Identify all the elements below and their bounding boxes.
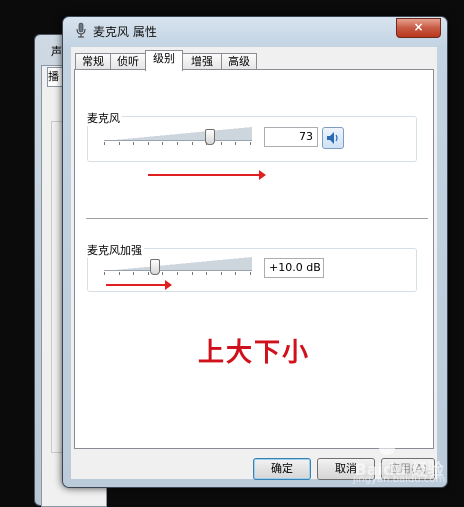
microphone-boost-field: +10.0 dB <box>264 258 324 278</box>
slider-tick <box>221 272 222 275</box>
dialog-title: 麦克风 属性 <box>93 25 157 39</box>
slider-tick <box>104 142 105 145</box>
slider-tick <box>119 142 120 145</box>
baidu-watermark: Baidu 经验 jingyan.baidu.com <box>336 426 462 486</box>
dialog-client: 常规 侦听 级别 增强 高级 麦克风 73 麦克风加强 +10.0 dB 上大下… <box>71 47 437 480</box>
close-button[interactable]: × <box>396 18 441 38</box>
tab-general[interactable]: 常规 <box>75 53 111 70</box>
microphone-level-field[interactable]: 73 <box>264 127 318 147</box>
ok-button[interactable]: 确定 <box>253 458 311 480</box>
annotation-text: 上大下小 <box>197 338 310 368</box>
red-arrow-annotation-boost <box>106 280 172 290</box>
levels-page: 麦克风 73 麦克风加强 +10.0 dB 上大下小 <box>74 69 434 449</box>
slider-tick <box>177 272 178 275</box>
background-window-title: 声 <box>51 45 62 58</box>
tab-levels[interactable]: 级别 <box>145 50 183 71</box>
tab-listen[interactable]: 侦听 <box>110 53 146 70</box>
microphone-boost-label: 麦克风加强 <box>87 242 144 258</box>
microphone-label: 麦克风 <box>87 110 122 126</box>
microphone-slider[interactable] <box>104 127 252 145</box>
boost-slider-wedge <box>104 257 252 271</box>
slider-tick <box>133 272 134 275</box>
slider-tick <box>192 142 193 145</box>
title-bar[interactable]: 麦克风 属性 × <box>63 17 447 45</box>
watermark-url: jingyan.baidu.com <box>352 474 446 485</box>
paw-logo-icon <box>375 429 400 455</box>
microphone-slider-wedge <box>104 127 252 141</box>
speaker-icon <box>327 132 338 144</box>
slider-tick <box>192 272 193 275</box>
red-arrow-annotation <box>148 170 266 180</box>
slider-tick <box>221 142 222 145</box>
microphone-slider-track <box>104 140 252 141</box>
slider-tick <box>250 272 251 275</box>
mute-button[interactable] <box>322 127 344 149</box>
microphone-boost-slider-thumb[interactable] <box>150 259 160 275</box>
microphone-icon <box>76 22 86 38</box>
slider-tick <box>162 272 163 275</box>
slider-tick <box>148 142 149 145</box>
tab-advanced[interactable]: 高级 <box>221 53 257 70</box>
slider-tick <box>148 272 149 275</box>
slider-tick <box>250 142 251 145</box>
boost-slider-track <box>104 270 252 271</box>
slider-tick <box>119 272 120 275</box>
slider-tick <box>162 142 163 145</box>
slider-tick <box>177 142 178 145</box>
section-separator <box>86 218 428 220</box>
slider-tick <box>133 142 134 145</box>
slider-tick <box>206 272 207 275</box>
slider-tick <box>104 272 105 275</box>
slider-tick <box>235 272 236 275</box>
tab-enhancements[interactable]: 增强 <box>182 53 222 70</box>
slider-tick <box>206 142 207 145</box>
microphone-boost-slider[interactable] <box>104 257 252 275</box>
slider-tick <box>235 142 236 145</box>
close-icon: × <box>413 20 424 34</box>
microphone-group: 麦克风 73 <box>87 110 417 162</box>
microphone-properties-dialog: 麦克风 属性 × 常规 侦听 级别 增强 高级 麦克风 73 麦克风加强 +10… <box>62 16 448 488</box>
